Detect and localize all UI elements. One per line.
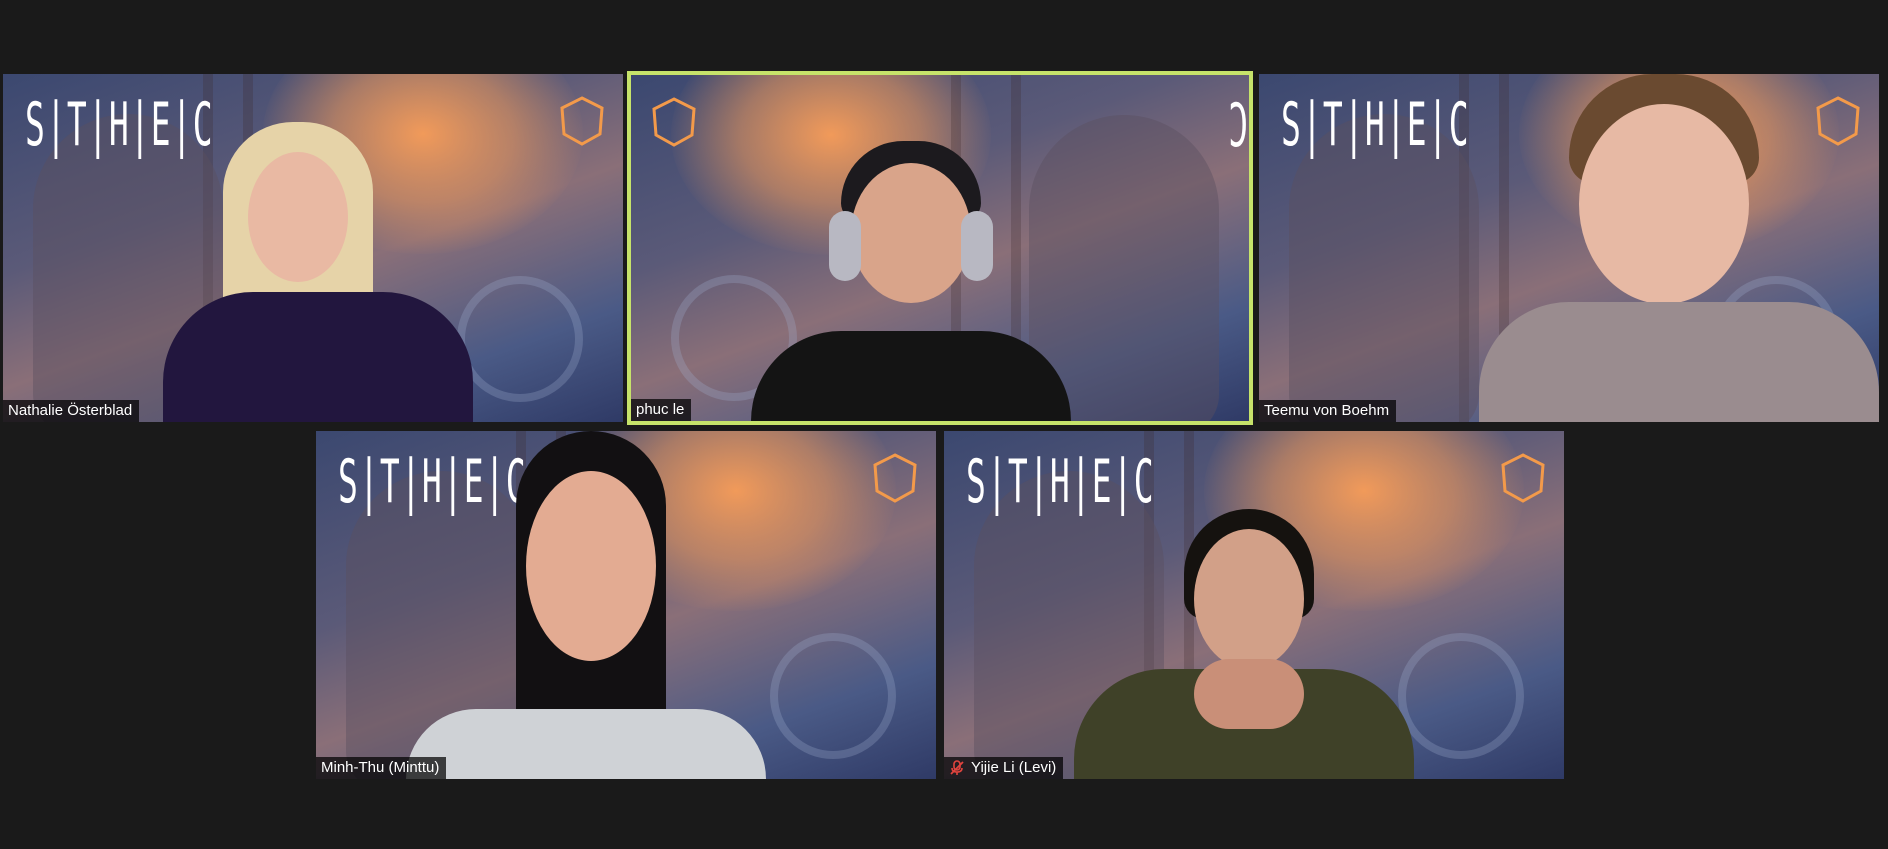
participant-name: phuc le: [636, 401, 685, 418]
video-tile-yijie-li[interactable]: S|T|H|E|C Yijie Li (Levi): [944, 431, 1564, 779]
participant-name-label: Minh-Thu (Minttu): [316, 757, 447, 779]
participant-video: [1479, 74, 1879, 422]
participant-name-label: Teemu von Boehm: [1259, 400, 1397, 422]
lightbulb-watermark-icon: [770, 633, 896, 759]
academy-badge-icon: [559, 96, 605, 146]
sthec-logo: S|T|H|E|C: [1281, 90, 1470, 160]
participant-video: [751, 141, 1071, 421]
video-tile-teemu[interactable]: S|T|H|E|C Teemu von Boehm: [1259, 74, 1879, 422]
background-silhouette: [1289, 114, 1479, 422]
sthec-logo: S|T|H|E|C: [966, 447, 1155, 517]
participant-video: [1054, 509, 1434, 779]
participant-name: Nathalie Österblad: [8, 402, 133, 419]
participant-name: Minh-Thu (Minttu): [321, 759, 440, 776]
participant-name-label: Yijie Li (Levi): [944, 757, 1064, 779]
participant-name: Yijie Li (Levi): [971, 759, 1057, 776]
academy-badge-icon: [651, 97, 697, 147]
video-tile-minh-thu[interactable]: S|T|H|E|C Minh-Thu (Minttu): [316, 431, 936, 779]
participant-video: [406, 431, 766, 779]
participant-name-label: Nathalie Österblad: [3, 400, 140, 422]
participant-name-label: phuc le: [631, 399, 692, 421]
participant-video: [153, 122, 483, 422]
sthec-logo-mirrored: S|T|H|E|C: [1227, 91, 1249, 161]
video-tile-phuc-le-active-speaker[interactable]: S|T|H|E|C phuc le: [627, 71, 1253, 425]
participant-name: Teemu von Boehm: [1264, 402, 1390, 419]
academy-badge-icon: [1500, 453, 1546, 503]
video-tile-nathalie[interactable]: S|T|H|E|C Nathalie Österblad: [3, 74, 623, 422]
microphone-muted-icon: [949, 760, 965, 776]
academy-badge-icon: [872, 453, 918, 503]
